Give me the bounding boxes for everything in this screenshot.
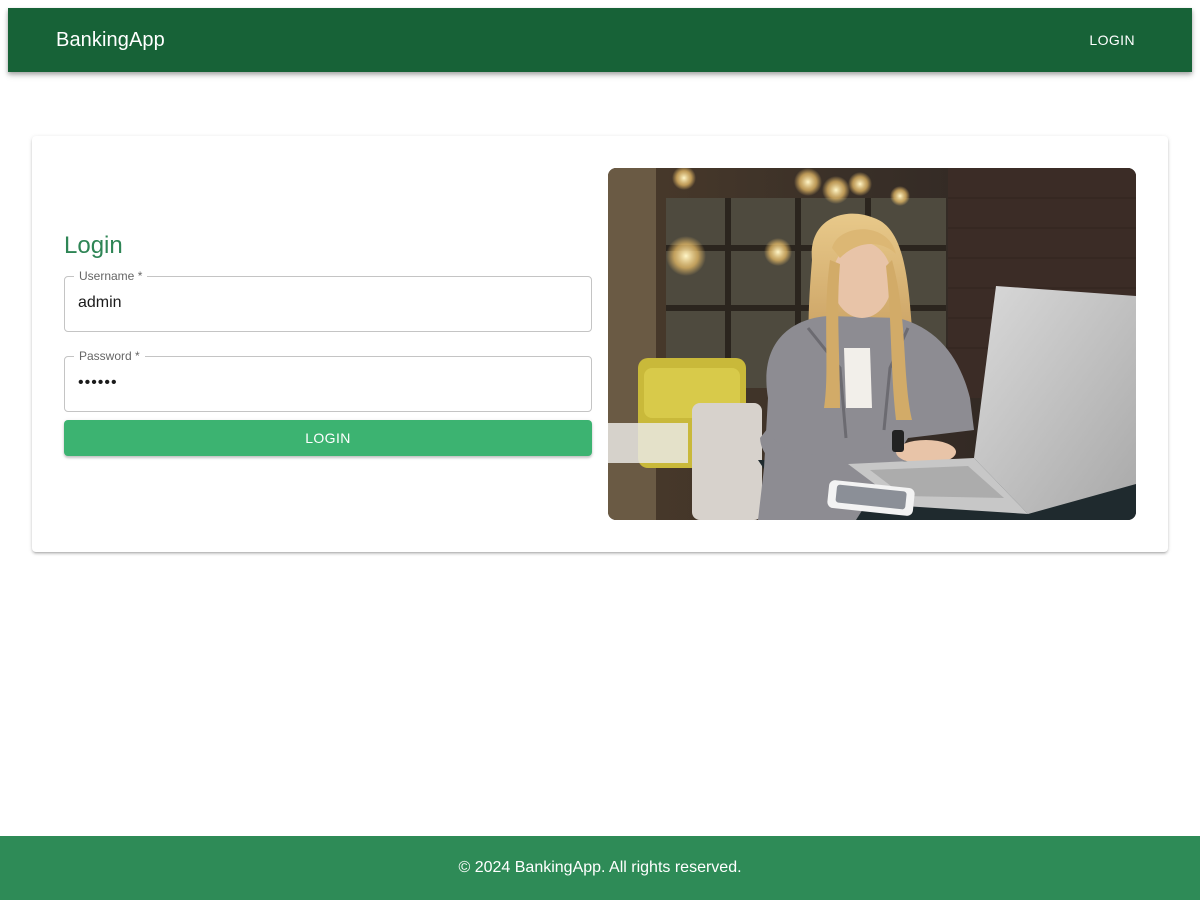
username-input[interactable]: admin	[78, 293, 122, 313]
login-submit-button[interactable]: LOGIN	[64, 420, 592, 456]
brand-title[interactable]: BankingApp	[56, 29, 165, 52]
nav-login-button[interactable]: LOGIN	[1072, 24, 1152, 56]
username-label: Username *	[74, 269, 148, 283]
password-input[interactable]: ••••••	[78, 373, 118, 393]
password-field[interactable]: Password * ••••••	[64, 349, 592, 412]
login-form: Login Username * admin Password * ••••••…	[64, 232, 592, 456]
footer-copyright: © 2024 BankingApp. All rights reserved.	[458, 859, 742, 876]
username-field[interactable]: Username * admin	[64, 269, 592, 332]
top-app-bar: BankingApp LOGIN	[8, 8, 1192, 72]
footer: © 2024 BankingApp. All rights reserved.	[0, 836, 1200, 900]
password-label: Password *	[74, 349, 145, 363]
form-title: Login	[64, 232, 123, 259]
photo-illustration	[608, 168, 1136, 520]
login-card: Login Username * admin Password * ••••••…	[32, 136, 1168, 552]
woman-with-laptop-photo	[608, 168, 1136, 520]
